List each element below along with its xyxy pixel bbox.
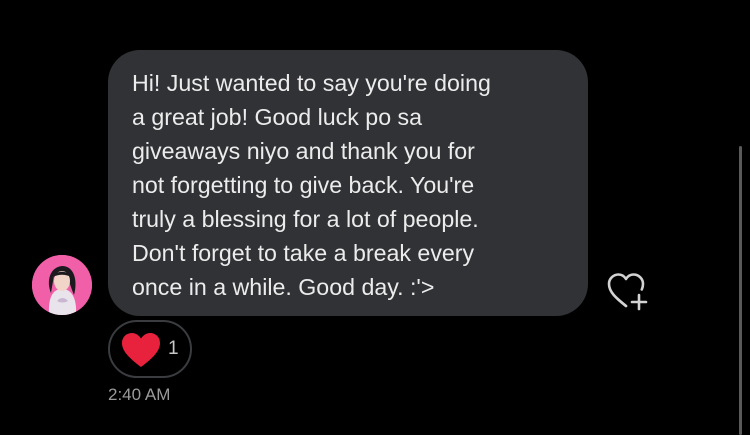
message-timestamp: 2:40 AM (108, 385, 171, 404)
message-line: a great job! Good luck po sa (132, 104, 423, 130)
reaction-pill[interactable]: 1 (108, 320, 192, 378)
message-line: Don't forget to take a break every (132, 240, 475, 266)
heart-plus-icon (607, 273, 648, 311)
scrollbar[interactable] (739, 146, 742, 435)
message-line: giveaways niyo and thank you for (132, 138, 475, 164)
avatar-photo (32, 255, 92, 315)
message-line: once in a while. Good day. :'> (132, 274, 435, 300)
message-line: not forgetting to give back. You're (132, 172, 475, 198)
like-button[interactable] (604, 270, 652, 314)
message-bubble[interactable]: Hi! Just wanted to say you're doing a gr… (108, 50, 588, 316)
reaction-count: 1 (168, 338, 179, 359)
red-heart-icon (122, 333, 160, 367)
message-line: Hi! Just wanted to say you're doing (132, 70, 491, 96)
avatar[interactable] (32, 255, 92, 315)
message-line: truly a blessing for a lot of people. (132, 206, 479, 232)
